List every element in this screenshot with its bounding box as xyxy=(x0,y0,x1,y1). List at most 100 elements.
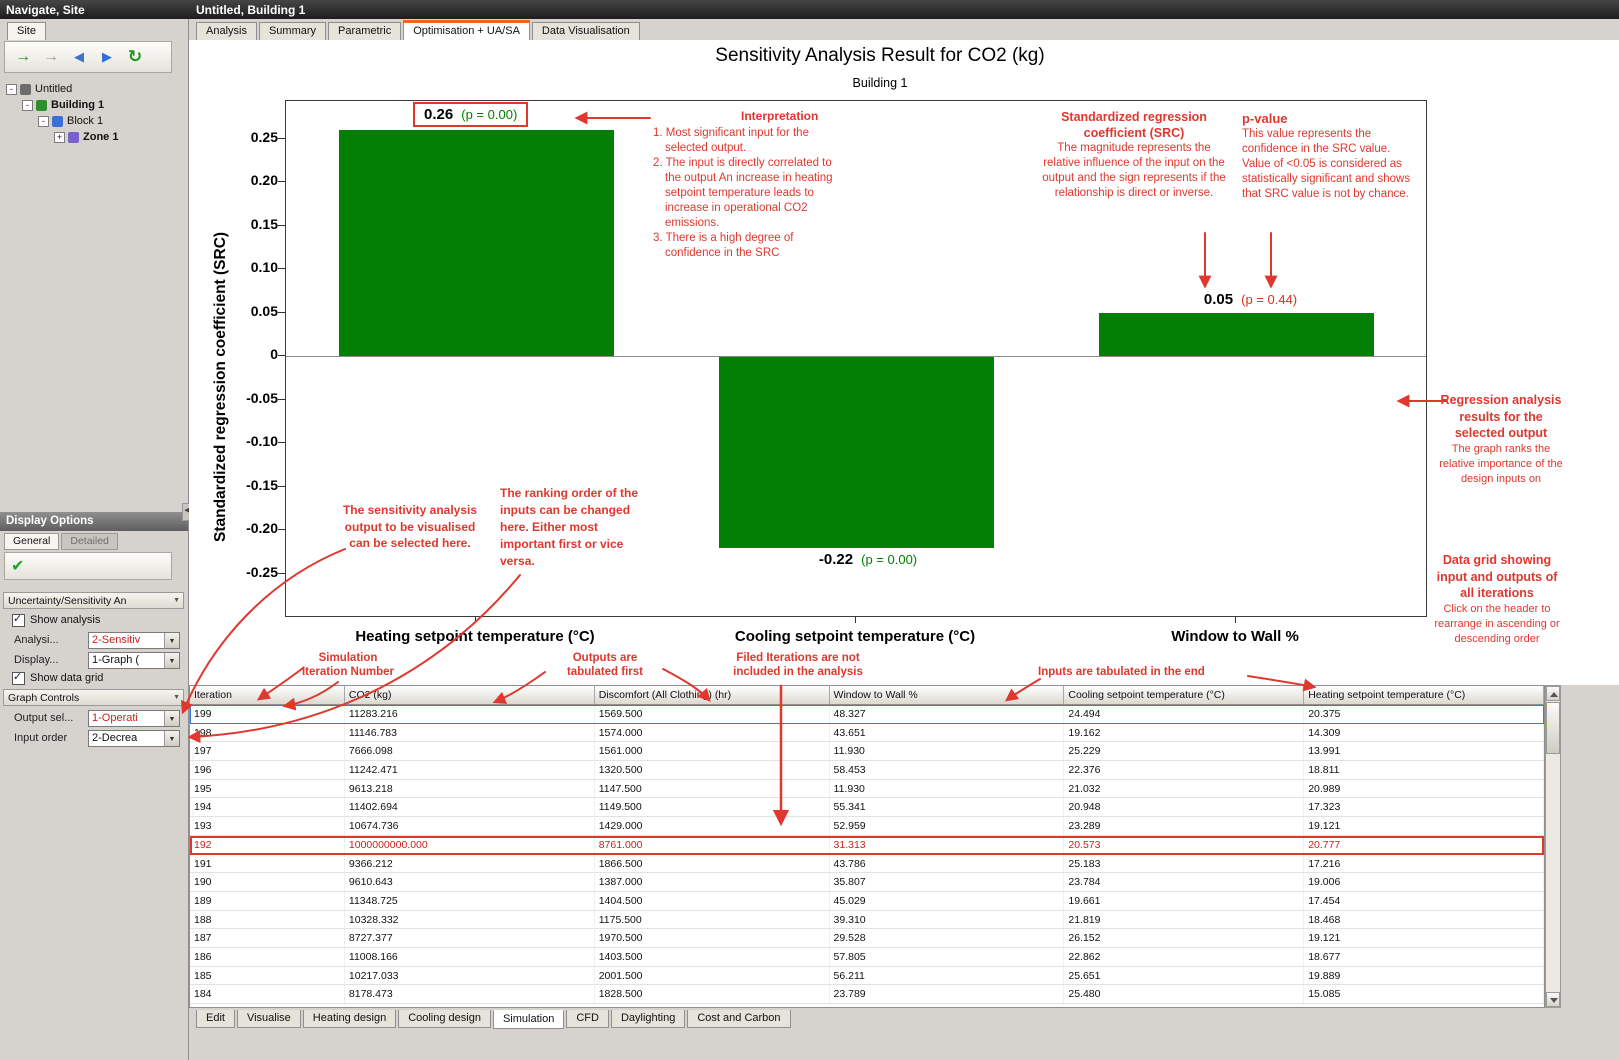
scroll-up-button[interactable] xyxy=(1546,686,1560,701)
table-row-189[interactable]: 18911348.7251404.50045.02919.66117.454 xyxy=(190,892,1544,911)
scroll-thumb[interactable] xyxy=(1546,702,1560,754)
column-header-cooling-setpoint-temperature-c[interactable]: Cooling setpoint temperature (°C) xyxy=(1064,686,1304,704)
zone-icon xyxy=(68,132,79,143)
column-header-iteration[interactable]: Iteration xyxy=(190,686,345,704)
annotation-item: 1. Most significant input for the select… xyxy=(653,126,845,156)
annotation-title: Standardized regression coefficient (SRC… xyxy=(1038,109,1230,141)
table-row-188[interactable]: 18810328.3321175.50039.31021.81918.468 xyxy=(190,911,1544,930)
table-row-198[interactable]: 19811146.7831574.00043.65119.16214.309 xyxy=(190,724,1544,743)
building-icon xyxy=(36,100,47,111)
table-row-195[interactable]: 1959613.2181147.50011.93021.03220.989 xyxy=(190,780,1544,799)
analysis-type-select[interactable]: 2-Sensitiv xyxy=(88,632,180,649)
table-row-196[interactable]: 19611242.4711320.50058.45322.37618.811 xyxy=(190,761,1544,780)
cell: 19.121 xyxy=(1304,817,1544,835)
tree-item-block-1[interactable]: - Block 1 xyxy=(2,113,184,129)
table-row-199[interactable]: 19911283.2161569.50048.32724.49420.375 xyxy=(190,705,1544,724)
show-analysis-checkbox[interactable] xyxy=(12,614,25,627)
tab-parametric[interactable]: Parametric xyxy=(328,22,401,40)
tab-edit[interactable]: Edit xyxy=(196,1010,235,1028)
dropdown-arrow-icon[interactable] xyxy=(164,633,179,648)
section-uncertainty-sensitivity[interactable]: Uncertainty/Sensitivity An xyxy=(3,592,184,609)
tree-item-label: Building 1 xyxy=(51,99,104,111)
y-tick-label: -0.20 xyxy=(226,520,278,536)
bar-value-label-heating: 0.26 (p = 0.00) xyxy=(413,102,528,127)
input-order-row: Input order 2-Decrea xyxy=(14,730,182,747)
tree-item-building-1[interactable]: - Building 1 xyxy=(2,97,184,113)
cell: 35.807 xyxy=(830,873,1065,891)
tab-optimisation-ua-sa[interactable]: Optimisation + UA/SA xyxy=(403,20,530,40)
table-row-184[interactable]: 1848178.4731828.50023.78925.48015.085 xyxy=(190,985,1544,1004)
y-tick-label: 0.15 xyxy=(226,216,278,232)
y-tick xyxy=(278,225,285,226)
tab-site[interactable]: Site xyxy=(7,22,46,40)
tab-cost-and-carbon[interactable]: Cost and Carbon xyxy=(687,1010,790,1028)
forward-icon[interactable] xyxy=(97,47,117,67)
dropdown-arrow-icon[interactable] xyxy=(164,653,179,668)
show-data-grid-checkbox[interactable] xyxy=(12,672,25,685)
tree-item-label: Block 1 xyxy=(67,115,103,127)
table-row-193[interactable]: 19310674.7361429.00052.95923.28919.121 xyxy=(190,817,1544,836)
tab-general[interactable]: General xyxy=(4,533,59,550)
tab-cfd[interactable]: CFD xyxy=(566,1010,609,1028)
cell: 25.183 xyxy=(1064,855,1304,873)
collapse-icon[interactable]: - xyxy=(6,84,17,95)
column-header-discomfort-all-clothing-hr[interactable]: Discomfort (All Clothing) (hr) xyxy=(595,686,830,704)
p-value-text: (p = 0.44) xyxy=(1241,292,1297,307)
tab-summary[interactable]: Summary xyxy=(259,22,326,40)
scroll-down-button[interactable] xyxy=(1546,992,1560,1007)
display-mode-select[interactable]: 1-Graph ( xyxy=(88,652,180,669)
tab-visualise[interactable]: Visualise xyxy=(237,1010,301,1028)
tab-detailed[interactable]: Detailed xyxy=(61,533,118,550)
y-tick-label: -0.25 xyxy=(226,564,278,580)
table-row-197[interactable]: 1977666.0981561.00011.93025.22913.991 xyxy=(190,742,1544,761)
column-header-heating-setpoint-temperature-c[interactable]: Heating setpoint temperature (°C) xyxy=(1304,686,1544,704)
open-site-icon[interactable] xyxy=(13,47,33,67)
table-row-187[interactable]: 1878727.3771970.50029.52826.15219.121 xyxy=(190,929,1544,948)
section-graph-controls[interactable]: Graph Controls xyxy=(3,689,184,706)
y-tick-label: 0 xyxy=(226,346,278,362)
tab-data-visualisation[interactable]: Data Visualisation xyxy=(532,22,640,40)
table-row-186[interactable]: 18611008.1661403.50057.80522.86218.677 xyxy=(190,948,1544,967)
back-icon[interactable] xyxy=(69,47,89,67)
table-row-194[interactable]: 19411402.6941149.50055.34120.94817.323 xyxy=(190,798,1544,817)
input-order-select[interactable]: 2-Decrea xyxy=(88,730,180,747)
tab-heating-design[interactable]: Heating design xyxy=(303,1010,396,1028)
dropdown-arrow-icon[interactable] xyxy=(164,731,179,746)
refresh-icon[interactable] xyxy=(125,47,145,67)
table-row-192[interactable]: 1921000000000.0008761.00031.31320.57320.… xyxy=(190,836,1544,855)
table-scrollbar[interactable] xyxy=(1545,685,1561,1008)
cell: 1569.500 xyxy=(595,705,830,723)
dropdown-arrow-icon[interactable] xyxy=(164,711,179,726)
tree-item-zone-1[interactable]: +Zone 1 xyxy=(2,129,184,145)
cell: 188 xyxy=(190,911,345,929)
annotation-sim-iteration: Simulation Iteration Number xyxy=(298,651,398,679)
table-row-190[interactable]: 1909610.6431387.00035.80723.78419.006 xyxy=(190,873,1544,892)
tab-analysis[interactable]: Analysis xyxy=(196,22,257,40)
table-row-185[interactable]: 18510217.0332001.50056.21125.65119.889 xyxy=(190,967,1544,986)
apply-check-icon[interactable] xyxy=(11,556,24,576)
collapse-icon[interactable]: - xyxy=(22,100,33,111)
table-row-191[interactable]: 1919366.2121866.50043.78625.18317.216 xyxy=(190,855,1544,874)
input-order-label: Input order xyxy=(14,732,67,744)
display-mode-row: Display... 1-Graph ( xyxy=(14,652,182,669)
expand-icon[interactable]: + xyxy=(54,132,65,143)
bar-value-label-cooling: -0.22 (p = 0.00) xyxy=(783,551,953,568)
tree-item-untitled[interactable]: -Untitled xyxy=(2,81,184,97)
collapse-icon[interactable]: - xyxy=(38,116,49,127)
cell: 45.029 xyxy=(830,892,1065,910)
cell: 10217.033 xyxy=(345,967,595,985)
tab-daylighting[interactable]: Daylighting xyxy=(611,1010,685,1028)
down-arrow-icon xyxy=(1550,998,1558,1003)
tab-simulation[interactable]: Simulation xyxy=(493,1010,564,1029)
output-select[interactable]: 1-Operati xyxy=(88,710,180,727)
cell: 196 xyxy=(190,761,345,779)
cell: 25.229 xyxy=(1064,742,1304,760)
column-header-co2-kg[interactable]: CO2 (kg) xyxy=(345,686,595,704)
annotation-title: Interpretation xyxy=(741,109,845,124)
annotation-inputs-end: Inputs are tabulated in the end xyxy=(1038,665,1248,680)
y-tick-label: 0.25 xyxy=(226,129,278,145)
column-header-window-to-wall[interactable]: Window to Wall % xyxy=(830,686,1065,704)
y-tick-label: 0.05 xyxy=(226,303,278,319)
block-icon xyxy=(52,116,63,127)
tab-cooling-design[interactable]: Cooling design xyxy=(398,1010,491,1028)
